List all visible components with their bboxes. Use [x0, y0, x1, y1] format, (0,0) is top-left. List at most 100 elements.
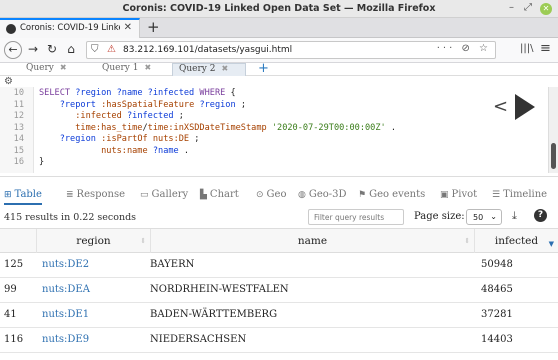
- line-number: 14: [13, 134, 24, 144]
- navigation-bar: ← → ↻ ⌂ ⛉ ⚠ 83.212.169.101/datasets/yasg…: [0, 38, 558, 63]
- header-region[interactable]: region ⇕: [36, 229, 150, 253]
- region-link[interactable]: nuts:DEA: [42, 278, 90, 302]
- sort-icon[interactable]: ⇕: [464, 229, 470, 253]
- gear-icon[interactable]: ⚙: [4, 76, 13, 87]
- code-line: 10 SELECT ?region ?name ?infected WHERE {: [0, 88, 540, 100]
- region-link[interactable]: nuts:DE1: [42, 303, 89, 327]
- forward-button[interactable]: →: [25, 42, 41, 56]
- header-name[interactable]: name ⇕: [150, 229, 474, 253]
- line-number: 13: [13, 122, 24, 133]
- share-icon[interactable]: <: [493, 96, 508, 117]
- minimize-icon[interactable]: –: [509, 2, 514, 13]
- shield-icon[interactable]: ⛉: [91, 44, 99, 55]
- line-number: 15: [13, 145, 24, 156]
- library-icon[interactable]: |||\: [520, 43, 533, 54]
- browser-tab-strip: Coronis: COVID-19 Linked Ope ✕ +: [0, 18, 558, 38]
- row-index: 99: [4, 284, 17, 295]
- code-line: 12 :infected ?infected ;: [0, 111, 540, 123]
- query-tab-2[interactable]: Query 2 ✖: [172, 63, 246, 76]
- tab-pivot[interactable]: ▣ Pivot: [440, 189, 477, 200]
- reload-button[interactable]: ↻: [44, 42, 60, 56]
- query-tab-0[interactable]: Query ✖: [20, 63, 92, 76]
- tab-response[interactable]: ≣ Response: [66, 189, 125, 200]
- insecure-lock-icon[interactable]: ⚠: [107, 44, 116, 55]
- hamburger-menu-icon[interactable]: ≡: [540, 41, 551, 56]
- query-editor[interactable]: ⚙ 10 SELECT ?region ?name ?infected WHERE…: [0, 76, 558, 177]
- table-row: 41 nuts:DE1 BADEN-WÄRTTEMBERG 37281: [0, 303, 558, 328]
- table-row: 125 nuts:DE2 BAYERN 50948: [0, 253, 558, 278]
- home-button[interactable]: ⌂: [63, 42, 79, 56]
- window-titlebar: Coronis: COVID-19 Linked Open Data Set —…: [0, 0, 558, 18]
- region-name: NIEDERSACHSEN: [150, 334, 247, 345]
- code-line: 13 time:has_time/time:inXSDDateTimeStamp…: [0, 123, 540, 135]
- tab-timeline[interactable]: ☰ Timeline: [492, 189, 547, 200]
- result-summary: 415 results in 0.22 seconds: [4, 212, 137, 223]
- header-index: [0, 229, 36, 253]
- table-icon: ⊞: [4, 190, 12, 200]
- close-query-tab-icon[interactable]: ✖: [144, 63, 151, 72]
- url-bar[interactable]: ⛉ ⚠ 83.212.169.101/datasets/yasgui.html …: [86, 41, 496, 59]
- row-index: 125: [4, 259, 24, 270]
- code-line: 16}: [0, 157, 540, 169]
- infected-value: 48465: [481, 284, 513, 295]
- close-window-icon[interactable]: ✕: [540, 3, 552, 15]
- page-actions[interactable]: ··· ⊘ ☆: [437, 43, 491, 54]
- region-name: BADEN-WÄRTTEMBERG: [150, 309, 278, 320]
- page-size-value: 50: [473, 213, 484, 222]
- globe-icon: ◍: [298, 190, 306, 200]
- line-number: 16: [13, 157, 24, 167]
- help-icon[interactable]: ?: [534, 209, 547, 222]
- run-query-button[interactable]: [515, 94, 535, 120]
- window-title: Coronis: COVID-19 Linked Open Data Set —…: [122, 3, 436, 14]
- infected-value: 50948: [481, 259, 513, 270]
- table-row: 116 nuts:DE9 NIEDERSACHSEN 14403: [0, 328, 558, 353]
- back-button[interactable]: ←: [4, 41, 22, 59]
- infected-value: 37281: [481, 309, 513, 320]
- chart-icon: ▙: [200, 190, 207, 200]
- tab-chart[interactable]: ▙ Chart: [200, 189, 239, 200]
- header-infected[interactable]: infected ▼: [474, 229, 558, 253]
- download-icon[interactable]: ⤓: [512, 209, 517, 223]
- tab-table[interactable]: ⊞ Table: [4, 189, 42, 205]
- line-number: 12: [13, 111, 24, 121]
- chevron-down-icon: ⌄: [490, 212, 497, 221]
- table-row: 99 nuts:DEA NORDRHEIN-WESTFALEN 48465: [0, 278, 558, 303]
- tab-geo[interactable]: ⊙ Geo: [256, 189, 286, 200]
- close-query-tab-icon[interactable]: ✖: [60, 63, 67, 72]
- editor-scroll-thumb[interactable]: [551, 143, 556, 169]
- code-line: 14 ?region :isPartOf nuts:DE ;: [0, 134, 540, 146]
- region-link[interactable]: nuts:DE2: [42, 253, 89, 277]
- page-size-select[interactable]: 50 ⌄: [466, 209, 502, 225]
- add-query-tab-button[interactable]: +: [258, 61, 269, 76]
- result-view-tabs: ⊞ Table ≣ Response ▭ Gallery ▙ Chart ⊙ Geo ◍ G…: [0, 187, 558, 205]
- region-name: NORDRHEIN-WESTFALEN: [150, 284, 289, 295]
- pivot-icon: ▣: [440, 190, 449, 200]
- browser-tab-title: Coronis: COVID-19 Linked Ope: [20, 23, 120, 33]
- events-icon: ⚑: [358, 190, 367, 200]
- map-marker-icon: ⊙: [256, 190, 264, 200]
- tab-geo-events[interactable]: ⚑ Geo events: [358, 189, 425, 200]
- browser-tab[interactable]: Coronis: COVID-19 Linked Ope ✕: [0, 18, 140, 38]
- editor-scrollbar[interactable]: [548, 87, 558, 173]
- query-tab-1[interactable]: Query 1 ✖: [96, 63, 172, 76]
- new-tab-button[interactable]: +: [147, 18, 160, 36]
- region-name: BAYERN: [150, 259, 195, 270]
- code-line: 15 nuts:name ?name .: [0, 146, 540, 158]
- image-icon: ▭: [140, 190, 149, 200]
- filter-results-input[interactable]: Filter query results: [308, 209, 404, 225]
- line-number: 11: [13, 99, 24, 110]
- region-link[interactable]: nuts:DE9: [42, 328, 89, 352]
- timeline-icon: ☰: [492, 190, 501, 200]
- page-size-label: Page size:: [414, 211, 465, 222]
- url-text[interactable]: 83.212.169.101/datasets/yasgui.html: [123, 45, 292, 55]
- tab-geo-3d[interactable]: ◍ Geo-3D: [298, 189, 347, 200]
- maximize-icon[interactable]: ⤢: [524, 2, 532, 13]
- row-index: 116: [4, 334, 24, 345]
- lines-icon: ≣: [66, 190, 74, 200]
- row-index: 41: [4, 309, 17, 320]
- sort-icon[interactable]: ⇕: [140, 229, 146, 253]
- code-area[interactable]: 10 SELECT ?region ?name ?infected WHERE {…: [0, 88, 540, 169]
- tab-gallery[interactable]: ▭ Gallery: [140, 189, 188, 200]
- close-tab-icon[interactable]: ✕: [124, 22, 132, 33]
- close-query-tab-icon[interactable]: ✖: [221, 64, 228, 73]
